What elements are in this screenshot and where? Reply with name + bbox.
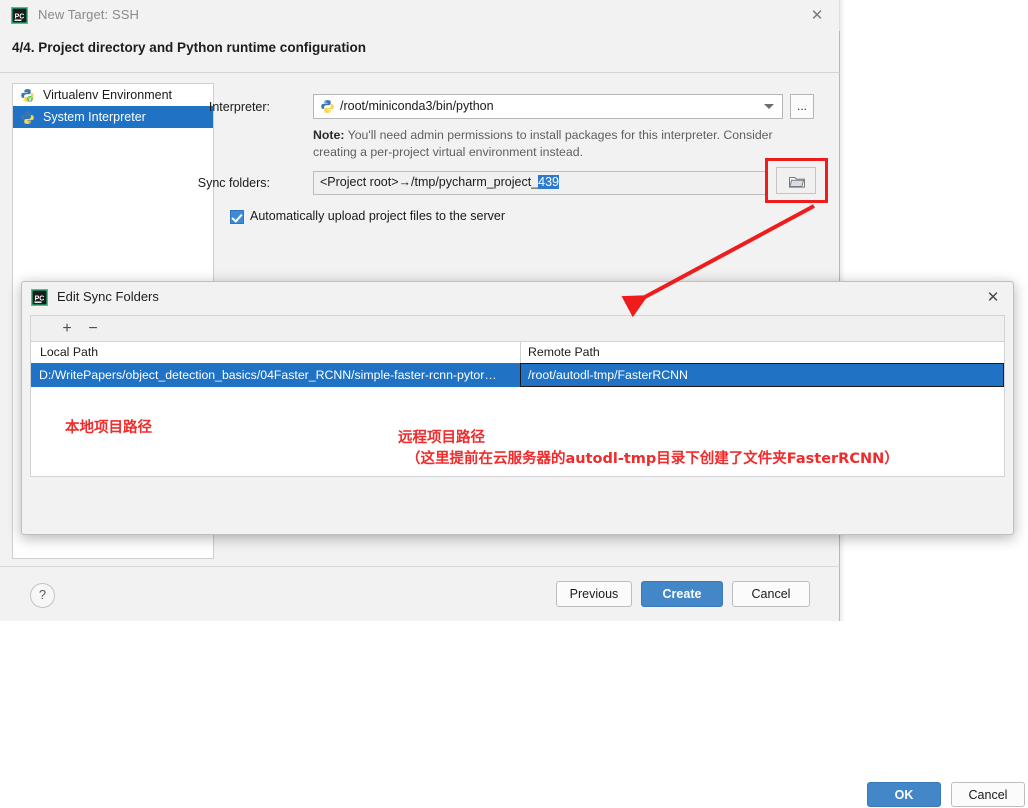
sync-folders-browse-button[interactable] <box>776 167 816 194</box>
sync-dialog-toolbar: + − <box>30 315 1005 341</box>
table-row[interactable]: D:/WritePapers/object_detection_basics/0… <box>31 363 1004 387</box>
annotation-remote-path: 远程项目路径 （这里提前在云服务器的autodl-tmp目录下创建了文件夹Fas… <box>398 428 899 470</box>
annotation-local-path: 本地项目路径 <box>65 420 152 436</box>
main-titlebar: PC New Target: SSH ✕ <box>0 0 840 31</box>
sync-folders-value-prefix: <Project root>→/tmp/pycharm_project_ <box>320 175 539 189</box>
column-header-remote-path[interactable]: Remote Path <box>528 345 600 359</box>
interpreter-note: Note: You'll need admin permissions to i… <box>313 127 813 161</box>
create-button[interactable]: Create <box>641 581 723 607</box>
table-header: Local Path Remote Path <box>31 342 1004 364</box>
footer-divider <box>0 566 840 567</box>
folder-icon <box>789 175 805 188</box>
interpreter-label: Interpreter: <box>208 100 270 114</box>
main-window-title: New Target: SSH <box>38 7 139 22</box>
sync-folders-value-selected: 439 <box>538 175 560 189</box>
cell-remote-path[interactable]: /root/autodl-tmp/FasterRCNN <box>520 363 1004 387</box>
header-divider <box>0 72 840 73</box>
remove-row-button[interactable]: − <box>83 319 103 339</box>
column-header-local-path[interactable]: Local Path <box>40 345 98 359</box>
python-icon <box>20 110 35 125</box>
close-icon[interactable]: ✕ <box>806 6 828 26</box>
auto-upload-checkbox[interactable] <box>230 210 244 224</box>
python-icon <box>320 99 335 114</box>
sync-folders-value: <Project root>→/tmp/pycharm_project_439 <box>320 175 560 189</box>
column-divider[interactable] <box>520 342 521 363</box>
edit-sync-folders-dialog: PC Edit Sync Folders ✕ + − Local Path Re… <box>21 281 1025 807</box>
interpreter-select[interactable]: /root/miniconda3/bin/python <box>313 94 783 119</box>
interpreter-note-text: You'll need admin permissions to install… <box>313 128 773 159</box>
ok-button[interactable]: OK <box>867 782 941 807</box>
cancel-button[interactable]: Cancel <box>732 581 810 607</box>
interpreter-browse-button[interactable]: ... <box>790 94 814 119</box>
chevron-down-icon[interactable] <box>764 104 774 109</box>
help-button[interactable]: ? <box>30 583 55 608</box>
svg-text:PC: PC <box>35 296 45 303</box>
add-row-button[interactable]: + <box>57 319 77 339</box>
sync-folders-input[interactable]: <Project root>→/tmp/pycharm_project_439 <box>313 171 768 195</box>
interpreter-value: /root/miniconda3/bin/python <box>340 99 494 113</box>
sidebar-item-label: System Interpreter <box>43 110 146 124</box>
virtualenv-icon: V <box>20 88 35 103</box>
previous-button[interactable]: Previous <box>556 581 632 607</box>
pycharm-icon: PC <box>11 7 28 24</box>
sync-dialog-title: Edit Sync Folders <box>57 289 159 304</box>
annotation-remote-line1: 远程项目路径 <box>398 430 485 446</box>
svg-text:PC: PC <box>15 14 25 21</box>
auto-upload-label: Automatically upload project files to th… <box>250 209 505 223</box>
pycharm-icon: PC <box>31 289 48 306</box>
annotation-remote-line2: （这里提前在云服务器的autodl-tmp目录下创建了文件夹FasterRCNN… <box>406 451 899 467</box>
page-title: 4/4. Project directory and Python runtim… <box>12 40 367 55</box>
close-icon[interactable]: ✕ <box>982 288 1004 308</box>
cancel-button[interactable]: Cancel <box>951 782 1025 807</box>
sync-folders-label: Sync folders: <box>197 176 270 190</box>
cell-local-path[interactable]: D:/WritePapers/object_detection_basics/0… <box>31 363 520 387</box>
svg-text:V: V <box>28 97 32 103</box>
sync-dialog-titlebar: PC Edit Sync Folders ✕ <box>22 282 1013 312</box>
interpreter-note-prefix: Note: <box>313 128 345 142</box>
